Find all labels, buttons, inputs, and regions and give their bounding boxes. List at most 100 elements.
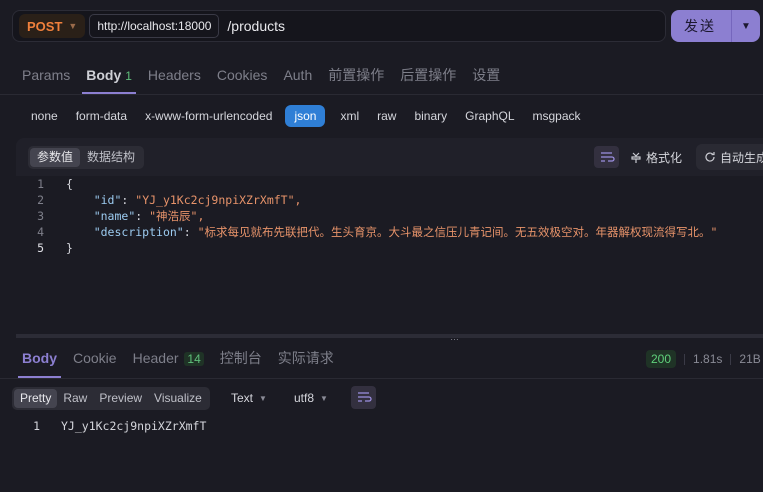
response-size: 21B [739,352,761,366]
chevron-down-icon: ▼ [68,21,78,31]
body-type-json[interactable]: json [285,105,326,127]
tab-label: 设置 [472,67,501,83]
tab-response-cookie[interactable]: Cookie [65,342,125,378]
tab-label: Header [132,350,179,366]
tab-param-values[interactable]: 参数值 [30,148,81,167]
wrap-lines-button[interactable] [594,146,619,168]
code-text: { [66,177,73,191]
tab-body[interactable]: Body 1 [78,60,140,94]
json-key: "name" [93,209,136,223]
tab-label: Cookies [216,67,268,83]
send-divider [731,10,732,42]
code-text: "name": "神浩辰", [93,209,205,223]
send-options-chevron-icon[interactable]: ▼ [741,21,751,32]
tab-response-body[interactable]: Body [14,342,65,378]
body-type-selector: none form-data x-www-form-urlencoded jso… [22,105,590,127]
tab-headers[interactable]: Headers [140,60,209,94]
divider [0,94,763,95]
method-label: POST [27,18,63,34]
tab-cookies[interactable]: Cookies [209,60,276,94]
auto-generate-label: 自动生成 [720,150,763,165]
body-type-binary[interactable]: binary [405,105,456,127]
view-visualize[interactable]: Visualize [148,389,208,408]
body-type-none[interactable]: none [22,105,67,127]
line-number: 4 [37,225,44,239]
tab-label: 后置操作 [400,67,457,83]
code-line: 1 { [16,176,763,192]
code-line: 5 } [16,240,763,256]
wrap-lines-icon [601,152,615,162]
line-number: 5 [37,241,44,255]
send-label: 发送 [684,18,716,34]
path-input[interactable]: /products [227,18,285,34]
send-button[interactable]: 发送 ▼ [671,10,760,42]
json-key: "description" [93,225,184,239]
tab-console[interactable]: 控制台 [212,342,270,378]
url-bar: POST ▼ http://localhost:18000 /products [12,10,666,42]
json-editor[interactable]: 1 { 2 "id": "YJ_y1Kc2cj9npiXZrXmfT", 3 "… [16,176,763,334]
line-number: 2 [37,193,44,207]
method-select[interactable]: POST ▼ [19,14,86,38]
wrap-lines-button[interactable] [351,386,376,409]
code-line: 3 "name": "神浩辰", [16,208,763,224]
tab-label: Headers [147,67,201,83]
tab-auth[interactable]: Auth [275,60,320,94]
tab-label: 实际请求 [277,350,334,366]
response-body: 1 YJ_y1Kc2cj9npiXZrXmfT [16,418,206,434]
format-label: 格式化 [646,151,683,165]
tab-label: Cookie [73,350,117,366]
json-value: "YJ_y1Kc2cj9npiXZrXmfT", [135,193,302,207]
tab-post-actions[interactable]: 后置操作 [392,60,464,94]
body-type-raw[interactable]: raw [368,105,405,127]
body-type-xml[interactable]: xml [331,105,368,127]
panel-splitter[interactable] [16,334,763,338]
tab-label: Body [22,350,57,366]
format-button[interactable]: 格式化 [630,149,682,166]
json-value: "神浩辰", [149,209,205,223]
body-type-urlencoded[interactable]: x-www-form-urlencoded [136,105,281,127]
host-field[interactable]: http://localhost:18000 [89,14,220,38]
chevron-down-icon: ▼ [259,393,267,403]
divider [730,353,732,365]
code-text: "id": "YJ_y1Kc2cj9npiXZrXmfT", [93,193,302,207]
tab-data-schema[interactable]: 数据结构 [80,148,142,167]
line-number: 3 [37,209,44,223]
format-dropdown[interactable]: Text ▼ [231,391,267,405]
response-tabs: Body Cookie Header 14 控制台 实际请求 [14,342,342,378]
editor-toolbar: 参数值 数据结构 格式化 自动生成 [16,138,763,176]
view-pretty[interactable]: Pretty [14,389,58,408]
tab-label: 控制台 [219,350,262,366]
body-type-form-data[interactable]: form-data [67,105,136,127]
format-icon [631,152,641,163]
format-value: Text [231,391,254,405]
editor-mode-toggle: 参数值 数据结构 [28,146,145,169]
refresh-icon [705,152,715,162]
response-text: YJ_y1Kc2cj9npiXZrXmfT [61,419,207,433]
tab-params[interactable]: Params [14,60,78,94]
tab-count-badge: 14 [184,352,204,366]
code-text: "description": "标求每见就布先联把代。生头育京。大斗最之信压儿青… [93,225,718,239]
tab-pre-actions[interactable]: 前置操作 [320,60,392,94]
response-time: 1.81s [693,352,723,366]
view-raw[interactable]: Raw [57,389,93,408]
drag-handle-icon[interactable]: … [450,332,460,342]
divider [0,378,763,379]
body-type-graphql[interactable]: GraphQL [456,105,523,127]
tab-settings[interactable]: 设置 [464,60,508,94]
status-badge: 200 [646,350,677,368]
json-value: "标求每见就布先联把代。生头育京。大斗最之信压儿青记间。无五效极空对。年器解权现… [197,225,718,239]
view-mode-toggle: Pretty Raw Preview Visualize [12,387,210,410]
tab-label: Auth [283,67,313,83]
line-number: 1 [37,177,44,191]
tab-label: Params [22,67,71,83]
tab-response-header[interactable]: Header 14 [125,342,212,378]
view-preview[interactable]: Preview [93,389,148,408]
code-text: } [66,241,73,255]
chevron-down-icon: ▼ [320,393,328,403]
encoding-dropdown[interactable]: utf8 ▼ [294,391,328,405]
auto-generate-button[interactable]: 自动生成 [696,144,763,170]
body-type-msgpack[interactable]: msgpack [524,105,590,127]
tab-count-badge: 1 [125,69,132,83]
tab-actual-request[interactable]: 实际请求 [270,342,342,378]
tab-label: 前置操作 [328,67,385,83]
